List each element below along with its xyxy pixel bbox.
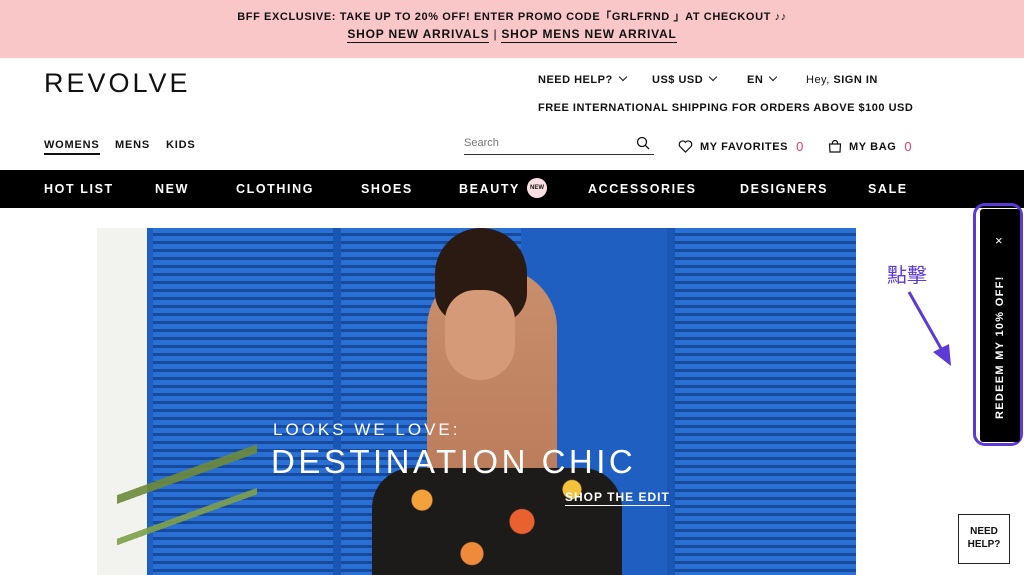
currency-dropdown[interactable]: US$ USD xyxy=(652,72,718,86)
favorites-count: 0 xyxy=(796,139,804,154)
hero-eyebrow: LOOKS WE LOVE: xyxy=(273,420,461,439)
shop-the-edit-link[interactable]: SHOP THE EDIT xyxy=(565,490,670,506)
need-help-dropdown[interactable]: NEED HELP? xyxy=(538,72,627,86)
model-face xyxy=(445,290,515,380)
search-bar xyxy=(464,133,654,155)
new-badge: NEW xyxy=(527,178,547,198)
shutter-frame xyxy=(333,228,341,575)
sign-in-link[interactable]: SIGN IN xyxy=(833,74,877,86)
bag-count: 0 xyxy=(904,139,913,154)
logo[interactable]: REVOLVE xyxy=(44,68,191,99)
redeem-label: REDEEM MY 10% OFF! xyxy=(994,275,1006,419)
nav-sale[interactable]: SALE xyxy=(868,182,908,196)
promo-text: BFF EXCLUSIVE: TAKE UP TO 20% OFF! ENTER… xyxy=(237,11,787,23)
my-favorites-button[interactable]: MY FAVORITES 0 xyxy=(678,139,804,154)
promo-links: SHOP NEW ARRIVALS | SHOP MENS NEW ARRIVAL xyxy=(0,27,1024,43)
chevron-down-icon xyxy=(708,72,718,82)
language-dropdown[interactable]: EN xyxy=(747,72,778,86)
chevron-down-icon xyxy=(769,72,778,82)
chevron-down-icon xyxy=(618,72,627,82)
help-label-line1: NEED xyxy=(970,526,998,537)
shop-new-arrivals-link[interactable]: SHOP NEW ARRIVALS xyxy=(347,27,490,43)
search-input[interactable] xyxy=(464,133,624,149)
nav-designers[interactable]: DESIGNERS xyxy=(740,182,828,196)
favorites-label: MY FAVORITES xyxy=(700,140,789,153)
bag-label: MY BAG xyxy=(849,140,897,153)
nav-shoes[interactable]: SHOES xyxy=(361,182,413,196)
tab-womens[interactable]: WOMENS xyxy=(44,139,100,155)
main-nav: HOT LIST NEW CLOTHING SHOES BEAUTY ACCES… xyxy=(0,170,1024,208)
nav-hot-list[interactable]: HOT LIST xyxy=(44,182,114,196)
search-icon[interactable] xyxy=(636,136,650,150)
my-bag-button[interactable]: MY BAG 0 xyxy=(828,139,912,154)
tab-kids[interactable]: KIDS xyxy=(166,139,195,151)
heart-icon xyxy=(678,140,693,153)
shutter-frame xyxy=(667,228,675,575)
model-dress xyxy=(372,468,622,575)
annotation-arrow-icon xyxy=(907,291,951,366)
greeting-text: Hey, xyxy=(806,74,830,86)
close-icon[interactable]: × xyxy=(995,234,1003,247)
need-help-label: NEED HELP? xyxy=(538,74,613,86)
nav-new[interactable]: NEW xyxy=(155,182,189,196)
hero-headline: DESTINATION CHIC xyxy=(271,443,637,480)
click-annotation: 點擊 xyxy=(887,263,927,287)
help-label-line2: HELP? xyxy=(967,539,1001,550)
palm-leaves xyxy=(117,408,257,575)
shop-mens-new-arrival-link[interactable]: SHOP MENS NEW ARRIVAL xyxy=(501,27,677,43)
nav-beauty[interactable]: BEAUTY xyxy=(459,182,520,196)
hero-banner[interactable]: LOOKS WE LOVE: DESTINATION CHIC SHOP THE… xyxy=(97,228,856,575)
account-greeting: Hey, SIGN IN xyxy=(806,74,878,86)
redeem-offer-tab[interactable]: × REDEEM MY 10% OFF! xyxy=(980,209,1020,442)
shipping-message: FREE INTERNATIONAL SHIPPING FOR ORDERS A… xyxy=(538,102,914,114)
nav-clothing[interactable]: CLOTHING xyxy=(236,182,314,196)
need-help-widget[interactable]: NEED HELP? xyxy=(958,514,1010,564)
tab-mens[interactable]: MENS xyxy=(115,139,150,151)
language-label: EN xyxy=(747,74,764,86)
nav-accessories[interactable]: ACCESSORIES xyxy=(588,182,697,196)
currency-label: US$ USD xyxy=(652,74,704,86)
promo-separator: | xyxy=(493,27,498,41)
shutter-panel xyxy=(675,228,856,575)
promo-banner: BFF EXCLUSIVE: TAKE UP TO 20% OFF! ENTER… xyxy=(0,0,1024,58)
bag-icon xyxy=(828,140,842,153)
